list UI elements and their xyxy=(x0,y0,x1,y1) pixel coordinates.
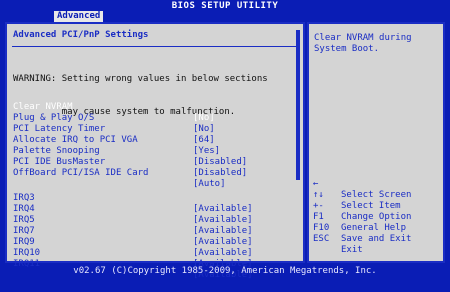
irq-value[interactable]: [Available] xyxy=(193,237,253,248)
settings-panel: Advanced PCI/PnP Settings WARNING: Setti… xyxy=(5,22,305,280)
section-heading: Advanced PCI/PnP Settings xyxy=(13,30,149,40)
help-text: Clear NVRAM during System Boot. xyxy=(314,33,412,54)
scrollbar[interactable] xyxy=(296,30,300,180)
key-description: Save and Exit xyxy=(341,234,412,244)
divider xyxy=(12,46,298,47)
setting-value[interactable]: [64] xyxy=(193,135,215,146)
setting-value[interactable]: [Yes] xyxy=(193,146,220,157)
key-description: Select Screen xyxy=(341,190,412,200)
setting-value[interactable]: [Disabled] xyxy=(193,157,247,168)
key-description: General Help xyxy=(341,223,407,233)
setting-value[interactable]: [Auto] xyxy=(193,179,226,190)
copyright-footer: v02.67 (C)Copyright 1985-2009, American … xyxy=(73,266,377,276)
key-legend-item: ESC Exit xyxy=(313,223,363,256)
setting-value[interactable]: [No] xyxy=(193,124,215,135)
tab-advanced[interactable]: Advanced xyxy=(54,11,104,22)
key-description: Exit xyxy=(341,245,363,255)
key-glyph: ESC xyxy=(313,234,330,244)
irq-value[interactable]: [Available] xyxy=(193,215,253,226)
irq-value[interactable]: [Available] xyxy=(193,226,253,237)
irq-value[interactable]: [Available] xyxy=(193,248,253,259)
setting-value[interactable]: [No] xyxy=(193,113,215,124)
irq-value[interactable]: [Available] xyxy=(193,204,253,215)
key-description: Select Item xyxy=(341,201,401,211)
warning-line: WARNING: Setting wrong values in below s… xyxy=(13,74,268,84)
setting-label: OffBoard PCI/ISA IDE Card xyxy=(13,168,149,178)
key-description: Change Option xyxy=(341,212,412,222)
setting-value[interactable]: [Disabled] xyxy=(193,168,247,179)
